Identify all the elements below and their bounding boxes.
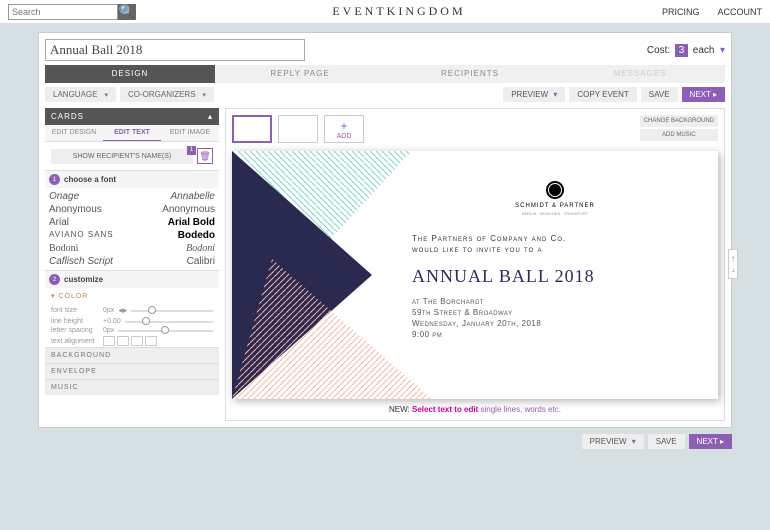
date[interactable]: Wednesday, January 20th, 2018 <box>412 319 698 328</box>
cards-header[interactable]: CARDS▴ <box>45 108 219 125</box>
hint-text: NEW: Select text to edit single lines, w… <box>232 405 718 414</box>
top-bar: 🔍 EVENTKINGDOM PRICING ACCOUNT <box>0 0 770 24</box>
edit-design-tab[interactable]: EDIT DESIGN <box>45 125 103 141</box>
invite-line-1[interactable]: The Partners of Company and Co. <box>412 234 698 243</box>
cost-display: Cost: 3 each ▾ <box>647 45 725 56</box>
search-input[interactable] <box>8 4 118 20</box>
show-recipients-button[interactable]: SHOW RECIPIENT'S NAME(S)1 <box>51 149 193 164</box>
search-button[interactable]: 🔍 <box>118 4 136 20</box>
language-dropdown[interactable]: LANGUAGE▾ <box>45 87 116 102</box>
chevron-down-icon[interactable]: ▾ <box>720 45 725 56</box>
collapse-icon: ▴ <box>208 112 213 121</box>
arrow-down-icon: ↓ <box>731 265 735 274</box>
chevron-down-icon: ▾ <box>104 91 108 99</box>
color-section[interactable]: ▾ COLOR <box>45 288 219 304</box>
chevron-down-icon: ▾ <box>203 91 207 99</box>
font-list[interactable]: OnageAnnabelle AnonymousAnonymous ArialA… <box>45 188 219 270</box>
company-name: SCHMIDT & PARTNER <box>412 203 698 209</box>
tab-recipients[interactable]: RECIPIENTS <box>385 65 555 83</box>
brand-logo: EVENTKINGDOM <box>136 4 662 19</box>
font-size-control[interactable]: font size0px◂▸ <box>45 304 219 317</box>
customize-header[interactable]: 2customize <box>45 270 219 288</box>
left-panel: CARDS▴ EDIT DESIGN EDIT TEXT EDIT IMAGE … <box>45 108 219 421</box>
line-height-control[interactable]: line height+0.00 <box>45 317 219 326</box>
background-accordion[interactable]: BACKGROUND <box>45 347 219 363</box>
nav-pricing[interactable]: PRICING <box>662 7 700 17</box>
nav-account[interactable]: ACCOUNT <box>718 7 763 17</box>
tab-design[interactable]: DESIGN <box>45 65 215 83</box>
card-thumb-1[interactable] <box>232 115 272 143</box>
edit-image-tab[interactable]: EDIT IMAGE <box>161 125 219 141</box>
letter-spacing-control[interactable]: letter spacing0px <box>45 326 219 335</box>
next-button[interactable]: NEXT ▸ <box>682 87 725 102</box>
tab-messages: MESSAGES <box>555 65 725 83</box>
search-icon: 🔍 <box>119 4 136 20</box>
tab-reply[interactable]: REPLY PAGE <box>215 65 385 83</box>
text-align-control[interactable]: text alignment <box>45 335 219 347</box>
add-card-button[interactable]: +ADD <box>324 115 364 143</box>
main-tabs: DESIGN REPLY PAGE RECIPIENTS MESSAGES <box>45 65 725 83</box>
edit-text-tab[interactable]: EDIT TEXT <box>103 125 161 141</box>
preview-button[interactable]: PREVIEW ▾ <box>503 87 565 102</box>
copy-event-button[interactable]: COPY EVENT <box>569 87 636 102</box>
time[interactable]: 9:00 pm <box>412 330 698 339</box>
invitation-card[interactable]: SCHMIDT & PARTNER BERLIN · MÜNCHEN · FRA… <box>232 151 718 399</box>
canvas-area: +ADD CHANGE BACKGROUND ADD MUSIC ↑↓ SCHM… <box>225 108 725 421</box>
event-title-input[interactable] <box>45 39 305 61</box>
company-cities: BERLIN · MÜNCHEN · FRANKFURT <box>412 211 698 216</box>
venue[interactable]: at The Borchardt <box>412 297 698 306</box>
save-button-footer[interactable]: SAVE <box>648 434 685 449</box>
preview-button-footer[interactable]: PREVIEW ▾ <box>582 434 644 449</box>
next-button-footer[interactable]: NEXT ▸ <box>689 434 732 449</box>
music-accordion[interactable]: MUSIC <box>45 379 219 395</box>
invite-line-2[interactable]: would like to invite you to a <box>412 245 698 254</box>
workspace: Cost: 3 each ▾ DESIGN REPLY PAGE RECIPIE… <box>38 32 732 428</box>
envelope-accordion[interactable]: ENVELOPE <box>45 363 219 379</box>
address[interactable]: 59th Street & Broadway <box>412 308 698 317</box>
coorganizers-dropdown[interactable]: CO-ORGANIZERS▾ <box>120 87 214 102</box>
choose-font-header[interactable]: 1choose a font <box>45 170 219 188</box>
card-thumb-2[interactable] <box>278 115 318 143</box>
arrow-up-icon: ↑ <box>731 254 735 263</box>
trash-icon[interactable]: 🗑 <box>197 148 213 164</box>
change-background-button[interactable]: CHANGE BACKGROUND <box>640 115 718 127</box>
add-music-button[interactable]: ADD MUSIC <box>640 129 718 141</box>
event-title[interactable]: ANNUAL BALL 2018 <box>412 266 698 287</box>
company-logo-icon <box>546 181 564 199</box>
reorder-arrows[interactable]: ↑↓ <box>728 249 738 279</box>
save-button[interactable]: SAVE <box>641 87 678 102</box>
